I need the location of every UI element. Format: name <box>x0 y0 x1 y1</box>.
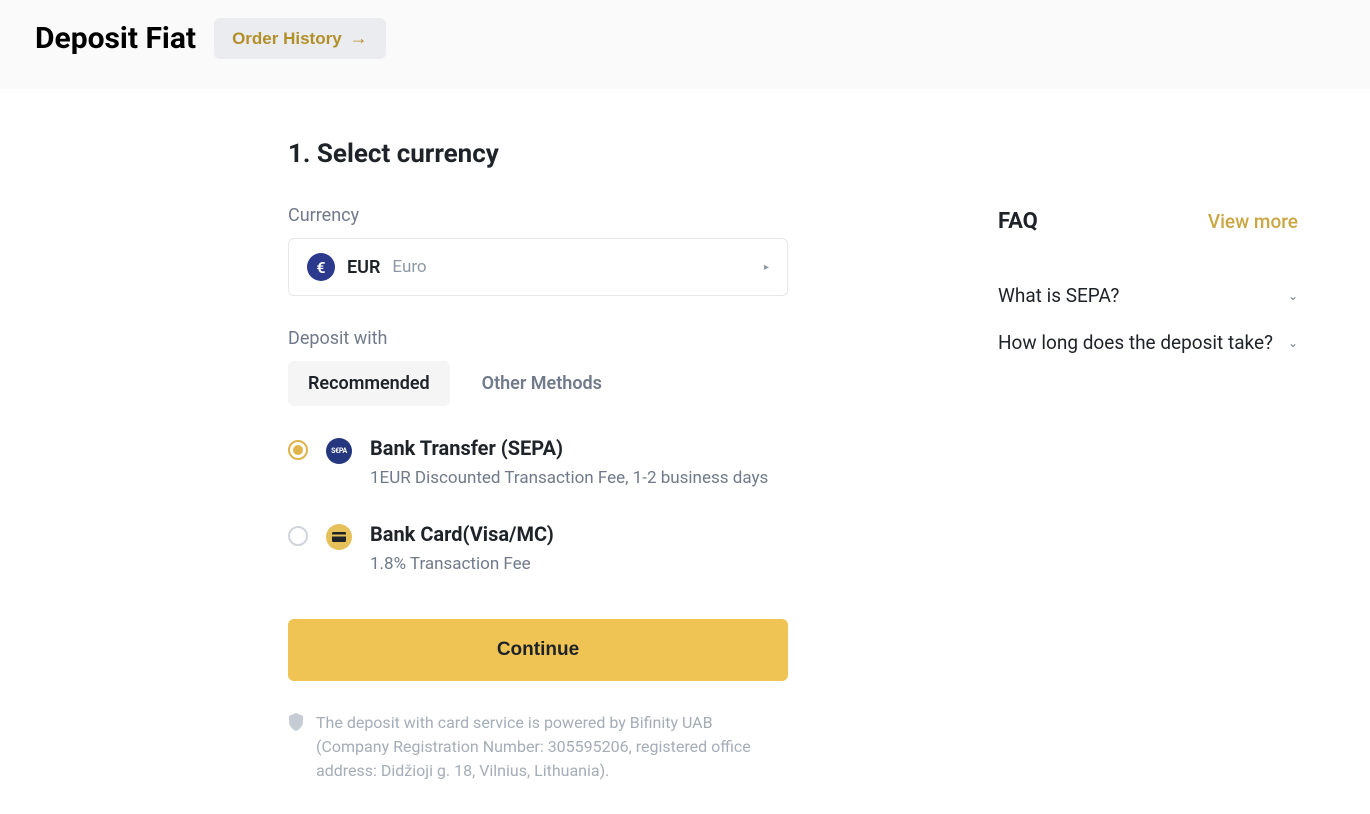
deposit-method-tabs: Recommended Other Methods <box>288 361 788 406</box>
arrow-right-icon: → <box>350 28 368 49</box>
euro-icon: € <box>307 253 335 281</box>
method-sepa-desc: 1EUR Discounted Transaction Fee, 1-2 bus… <box>370 466 788 492</box>
order-history-label: Order History <box>232 29 342 49</box>
method-sepa-title: Bank Transfer (SEPA) <box>370 436 788 460</box>
page-title: Deposit Fiat <box>35 21 196 56</box>
method-sepa[interactable]: S€PA Bank Transfer (SEPA) 1EUR Discounte… <box>288 436 788 492</box>
top-bar: Deposit Fiat Order History → <box>0 0 1370 89</box>
chevron-down-icon: ⌄ <box>1288 289 1298 303</box>
currency-code: EUR <box>347 257 380 278</box>
currency-select[interactable]: € EUR Euro ▸ <box>288 238 788 296</box>
tab-other-methods[interactable]: Other Methods <box>462 361 622 406</box>
currency-name: Euro <box>392 257 426 277</box>
faq-item-sepa[interactable]: What is SEPA? ⌄ <box>998 272 1298 319</box>
deposit-with-label: Deposit with <box>288 328 788 349</box>
radio-card[interactable] <box>288 526 308 546</box>
shield-icon <box>288 713 304 783</box>
faq-title: FAQ <box>998 209 1038 234</box>
radio-sepa[interactable] <box>288 440 308 460</box>
card-icon <box>326 524 352 550</box>
chevron-down-icon: ⌄ <box>1288 336 1298 350</box>
sepa-icon: S€PA <box>326 438 352 464</box>
method-card[interactable]: Bank Card(Visa/MC) 1.8% Transaction Fee <box>288 522 788 578</box>
faq-item-label: How long does the deposit take? <box>998 331 1273 354</box>
continue-button[interactable]: Continue <box>288 619 788 681</box>
method-card-desc: 1.8% Transaction Fee <box>370 552 788 578</box>
tab-recommended[interactable]: Recommended <box>288 361 450 406</box>
caret-right-icon: ▸ <box>764 262 769 273</box>
disclaimer-text: The deposit with card service is powered… <box>316 711 788 783</box>
faq-view-more-link[interactable]: View more <box>1208 210 1298 233</box>
step-title: 1. Select currency <box>288 139 788 169</box>
method-card-title: Bank Card(Visa/MC) <box>370 522 788 546</box>
faq-item-deposit-time[interactable]: How long does the deposit take? ⌄ <box>998 319 1298 366</box>
currency-field-label: Currency <box>288 205 788 226</box>
order-history-button[interactable]: Order History → <box>214 18 386 59</box>
faq-item-label: What is SEPA? <box>998 284 1119 307</box>
